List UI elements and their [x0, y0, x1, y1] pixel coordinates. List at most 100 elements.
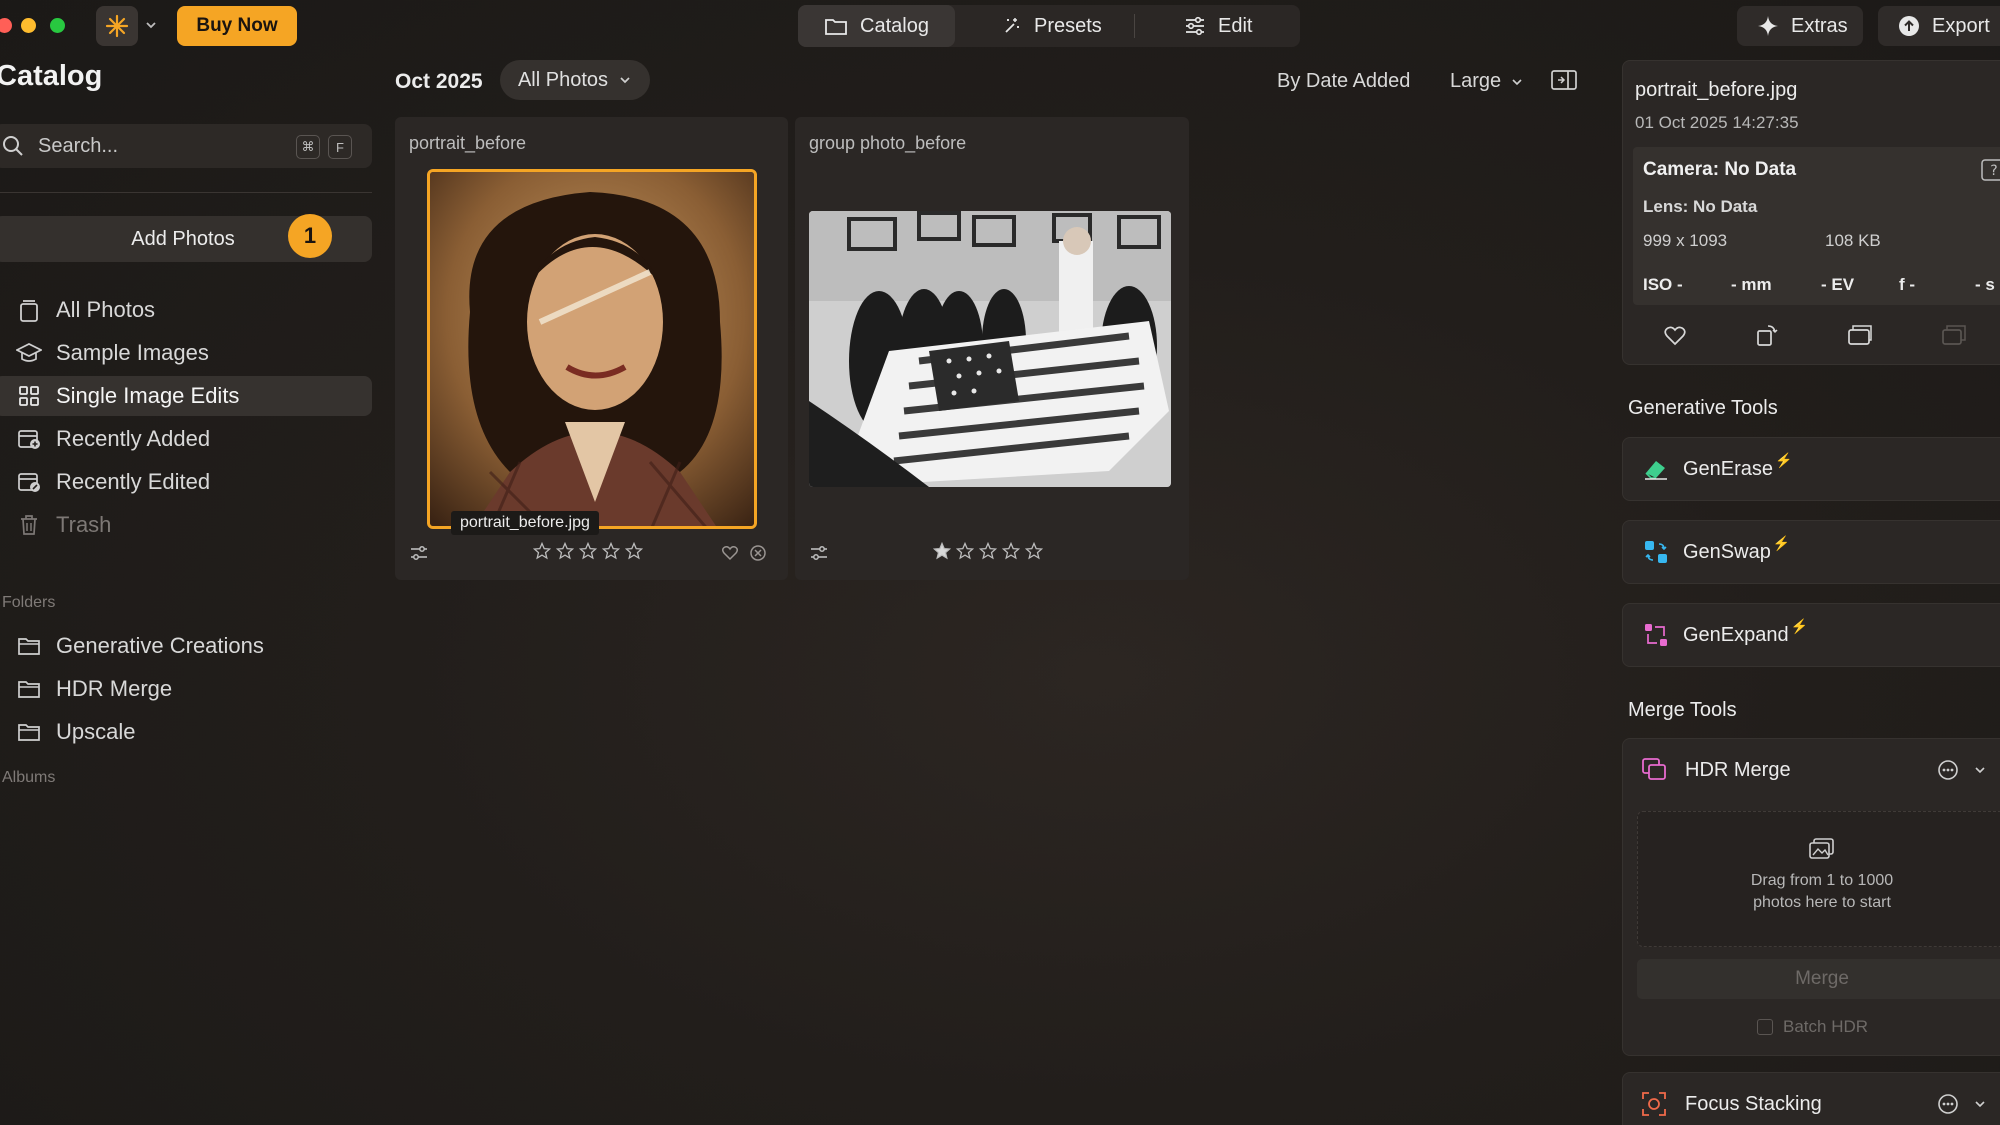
- add-photos-count-badge: 1: [288, 214, 332, 258]
- size-label: Large: [1450, 70, 1502, 92]
- file-size: 108 KB: [1825, 231, 1881, 250]
- photo-thumbnail[interactable]: [427, 169, 757, 529]
- generase-tool[interactable]: GenErase ⚡: [1622, 437, 2000, 501]
- chevron-down-icon[interactable]: [1973, 763, 1987, 777]
- panel-toggle-button[interactable]: [1550, 68, 1578, 92]
- star-empty-icon[interactable]: [1025, 542, 1043, 560]
- more-options-icon[interactable]: [1937, 1093, 1959, 1115]
- batch-hdr-checkbox[interactable]: Batch HDR: [1757, 1017, 1868, 1037]
- sidebar-item-recently-added[interactable]: Recently Added: [0, 419, 372, 459]
- genswap-tool[interactable]: GenSwap ⚡: [1622, 520, 2000, 584]
- star-empty-icon[interactable]: [625, 542, 643, 560]
- photo-card-title: portrait_before: [409, 133, 527, 153]
- star-empty-icon[interactable]: [979, 542, 997, 560]
- extras-button[interactable]: Extras: [1737, 6, 1863, 46]
- sparkle-wand-icon: [1002, 16, 1022, 36]
- heart-icon[interactable]: [721, 544, 739, 562]
- tab-presets[interactable]: Presets: [976, 5, 1128, 47]
- star-empty-icon[interactable]: [602, 542, 620, 560]
- sidebar-folder-upscale[interactable]: Upscale: [0, 712, 372, 752]
- merge-button[interactable]: Merge: [1637, 959, 2000, 999]
- window-zoom-button[interactable]: [50, 18, 65, 33]
- favorite-heart-icon[interactable]: [1663, 325, 1687, 347]
- sliders-icon: [1184, 16, 1206, 36]
- images-icon: [1809, 838, 1835, 860]
- grid-icon: [16, 383, 42, 409]
- sidebar-item-label: All Photos: [56, 297, 156, 322]
- sidebar-item-sample-images[interactable]: Sample Images: [0, 333, 372, 373]
- hdr-merge-title: HDR Merge: [1685, 759, 1791, 781]
- folder-label: Generative Creations: [56, 633, 264, 658]
- sidebar-folder-generative-creations[interactable]: Generative Creations: [0, 626, 372, 666]
- drop-instructions-line1: Drag from 1 to 1000: [1750, 872, 1894, 889]
- adjustments-icon[interactable]: [409, 544, 429, 562]
- trash-icon: [16, 512, 42, 538]
- tab-catalog[interactable]: Catalog: [798, 5, 955, 47]
- sidebar-folder-hdr-merge[interactable]: HDR Merge: [0, 669, 372, 709]
- chevron-down-icon: [1511, 76, 1523, 88]
- thumbnail-size-dropdown[interactable]: Large: [1450, 70, 1523, 93]
- photo-card-title: group photo_before: [809, 133, 967, 153]
- tab-divider: [1134, 14, 1135, 38]
- chevron-down-icon: [618, 73, 632, 87]
- star-empty-icon[interactable]: [533, 542, 551, 560]
- shortcut-f-key: F: [328, 135, 352, 159]
- folder-label: Upscale: [56, 719, 136, 744]
- sort-dropdown[interactable]: By Date Added: [1277, 70, 1410, 93]
- sidebar-item-label: Recently Added: [56, 426, 211, 451]
- help-icon[interactable]: ?: [1981, 159, 2000, 181]
- photo-thumbnail[interactable]: [809, 211, 1171, 487]
- export-button[interactable]: Export: [1878, 6, 2000, 46]
- sidebar-item-label: Single Image Edits: [56, 383, 240, 408]
- photos-stack-icon: [16, 297, 42, 323]
- genexpand-tool[interactable]: GenExpand ⚡: [1622, 603, 2000, 667]
- albums-section-label: Albums: [2, 769, 56, 786]
- more-options-icon[interactable]: [1937, 759, 1959, 781]
- tab-edit[interactable]: Edit: [1158, 5, 1278, 47]
- focus-stacking-panel[interactable]: Focus Stacking: [1622, 1072, 2000, 1125]
- star-rating[interactable]: [533, 542, 643, 560]
- sidebar-item-label: Recently Edited: [56, 469, 211, 494]
- star-rating[interactable]: [933, 542, 1043, 560]
- exif-ev: - EV: [1821, 275, 1855, 294]
- lens-info: Lens: No Data: [1643, 197, 1758, 216]
- star-empty-icon[interactable]: [1002, 542, 1020, 560]
- focus-stacking-title: Focus Stacking: [1685, 1093, 1822, 1115]
- exif-focal-length: - mm: [1731, 275, 1772, 294]
- sidebar-item-recently-edited[interactable]: Recently Edited: [0, 462, 372, 502]
- adjustments-icon[interactable]: [809, 544, 829, 562]
- chevron-down-icon[interactable]: [1973, 1097, 1987, 1111]
- buy-now-button[interactable]: Buy Now: [177, 6, 297, 46]
- photo-card[interactable]: portrait_before portrait_before.jpg: [395, 117, 788, 580]
- graduation-cap-icon: [16, 340, 42, 366]
- sidebar-item-all-photos[interactable]: All Photos: [0, 290, 372, 330]
- hdr-drop-zone[interactable]: Drag from 1 to 1000 photos here to start: [1637, 811, 2000, 947]
- generative-tools-heading: Generative Tools: [1628, 397, 1778, 419]
- hdr-merge-panel: HDR Merge Drag from 1 to 1000 photos her…: [1622, 738, 2000, 1056]
- window-minimize-button[interactable]: [21, 18, 36, 33]
- star-filled-icon[interactable]: [933, 542, 951, 560]
- photo-filter-dropdown[interactable]: All Photos: [500, 60, 650, 100]
- search-box[interactable]: ⌘ F: [0, 124, 372, 168]
- star-empty-icon[interactable]: [556, 542, 574, 560]
- sidebar-item-trash[interactable]: Trash: [0, 505, 372, 545]
- window-close-button[interactable]: [0, 18, 12, 33]
- genexpand-label: GenExpand: [1683, 623, 1789, 646]
- merge-tools-heading: Merge Tools: [1628, 699, 1737, 721]
- exif-shutter: - s: [1975, 275, 1995, 294]
- rotate-icon[interactable]: [1755, 323, 1779, 347]
- star-empty-icon[interactable]: [956, 542, 974, 560]
- sidebar-item-single-image-edits[interactable]: Single Image Edits: [0, 376, 372, 416]
- tab-label: Presets: [1034, 14, 1102, 37]
- search-input[interactable]: [38, 134, 278, 158]
- calendar-add-icon: [16, 426, 42, 452]
- exif-panel: Camera: No Data ? Lens: No Data 999 x 10…: [1633, 147, 2000, 305]
- app-menu-chevron-icon[interactable]: [142, 16, 160, 34]
- app-logo-button[interactable]: [96, 6, 138, 46]
- reject-icon[interactable]: [749, 544, 767, 562]
- photo-card[interactable]: group photo_before: [795, 117, 1189, 580]
- compare-icon[interactable]: [1847, 323, 1873, 347]
- page-title: Catalog: [0, 60, 103, 92]
- checkbox-icon: [1757, 1019, 1773, 1035]
- star-empty-icon[interactable]: [579, 542, 597, 560]
